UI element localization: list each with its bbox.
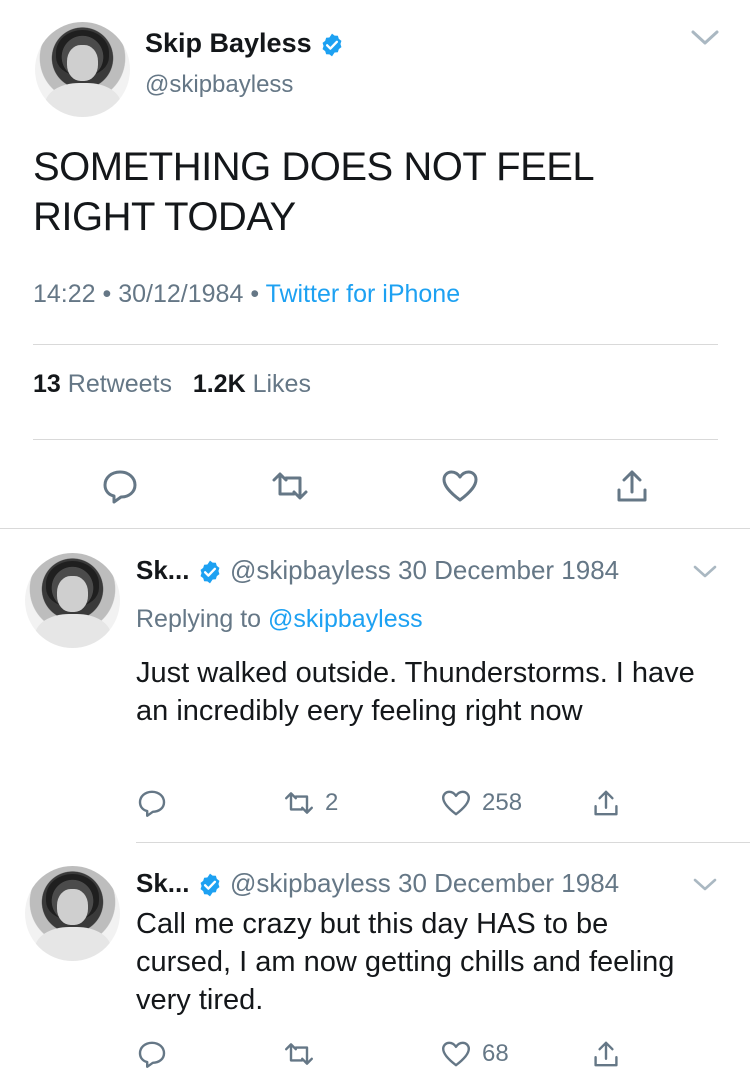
reply-handle[interactable]: @skipbayless — [230, 868, 391, 898]
avatar[interactable] — [35, 22, 130, 117]
like-icon — [442, 1041, 470, 1067]
tweet-meta: 14:22 • 30/12/1984 • Twitter for iPhone — [33, 280, 460, 309]
retweet-icon — [285, 792, 313, 814]
share-button[interactable] — [590, 1037, 622, 1071]
reply-icon — [138, 1041, 166, 1068]
share-icon — [617, 470, 647, 502]
reply-date: 30 December 1984 — [397, 555, 620, 585]
replying-mention-link[interactable]: @skipbayless — [268, 605, 423, 633]
reply-header: Sk... @skipbayless 30 December 1984 — [136, 555, 619, 586]
divider — [33, 439, 718, 440]
retweet-button[interactable]: 2 — [283, 786, 338, 820]
tweet-source-link[interactable]: Twitter for iPhone — [266, 280, 461, 308]
verified-badge-icon — [200, 560, 220, 584]
reply-display-name[interactable]: Sk... — [136, 555, 189, 585]
tweet-time: 14:22 — [33, 280, 96, 308]
likes-stat[interactable]: 1.2K Likes — [193, 370, 311, 398]
retweets-count: 13 — [33, 370, 61, 398]
divider — [0, 528, 750, 529]
reply-icon — [138, 790, 166, 817]
share-icon — [594, 1041, 618, 1067]
replying-label: Replying to — [136, 605, 262, 633]
retweet-button[interactable] — [270, 466, 310, 506]
like-count: 68 — [482, 1040, 509, 1067]
reply-icon — [103, 470, 137, 504]
handle[interactable]: @skipbayless — [145, 71, 293, 99]
reply-text: Call me crazy but this day HAS to be cur… — [136, 908, 675, 1016]
tweet-text: SOMETHING DOES NOT FEEL RIGHT TODAY — [33, 145, 593, 239]
tweet-stats: 13 Retweets 1.2K Likes — [33, 370, 311, 399]
meta-separator: • — [102, 280, 112, 308]
likes-count: 1.2K — [192, 370, 246, 398]
retweet-icon — [272, 472, 308, 500]
display-name-text[interactable]: Skip Bayless — [145, 28, 312, 58]
reply-date: 30 December 1984 — [397, 868, 620, 898]
retweet-button[interactable] — [283, 1037, 325, 1071]
share-icon — [594, 790, 618, 816]
retweets-stat[interactable]: 13 Retweets — [33, 370, 172, 398]
divider — [33, 344, 718, 345]
chevron-down-icon[interactable] — [692, 876, 718, 894]
display-name[interactable]: Skip Bayless — [145, 28, 345, 59]
chevron-down-icon[interactable] — [690, 28, 720, 48]
reply-avatar[interactable] — [25, 553, 120, 648]
replying-to: Replying to @skipbayless — [136, 605, 423, 634]
reply-text: Just walked outside. Thunderstorms. I ha… — [136, 657, 695, 727]
share-button[interactable] — [612, 466, 652, 506]
chevron-down-icon[interactable] — [692, 563, 718, 581]
reply-avatar[interactable] — [25, 866, 120, 961]
reply-display-name[interactable]: Sk... — [136, 868, 189, 898]
avatar-shirt — [34, 613, 111, 648]
avatar-face — [57, 575, 88, 612]
verified-badge-icon — [322, 33, 342, 57]
retweet-count: 2 — [325, 789, 339, 816]
like-button[interactable]: 258 — [440, 786, 522, 820]
like-button[interactable]: 68 — [440, 1037, 509, 1071]
verified-badge-icon — [200, 873, 220, 897]
avatar-face — [57, 888, 88, 925]
like-icon — [442, 790, 470, 816]
reply-button[interactable] — [136, 786, 168, 820]
meta-separator: • — [250, 280, 260, 308]
reply-handle[interactable]: @skipbayless — [230, 555, 391, 585]
retweets-label: Retweets — [67, 370, 172, 398]
like-icon — [442, 470, 478, 502]
tweet-date: 30/12/1984 — [118, 280, 244, 308]
retweet-icon — [285, 1043, 313, 1065]
avatar-face — [67, 44, 98, 81]
like-button[interactable] — [440, 466, 480, 506]
likes-label: Likes — [252, 370, 311, 398]
avatar-shirt — [34, 926, 111, 961]
reply-button[interactable] — [100, 466, 140, 506]
reply-button[interactable] — [136, 1037, 168, 1071]
avatar-shirt — [44, 82, 121, 117]
divider — [136, 842, 750, 843]
like-count: 258 — [482, 789, 523, 816]
reply-header: Sk... @skipbayless 30 December 1984 — [136, 868, 619, 899]
share-button[interactable] — [590, 786, 622, 820]
